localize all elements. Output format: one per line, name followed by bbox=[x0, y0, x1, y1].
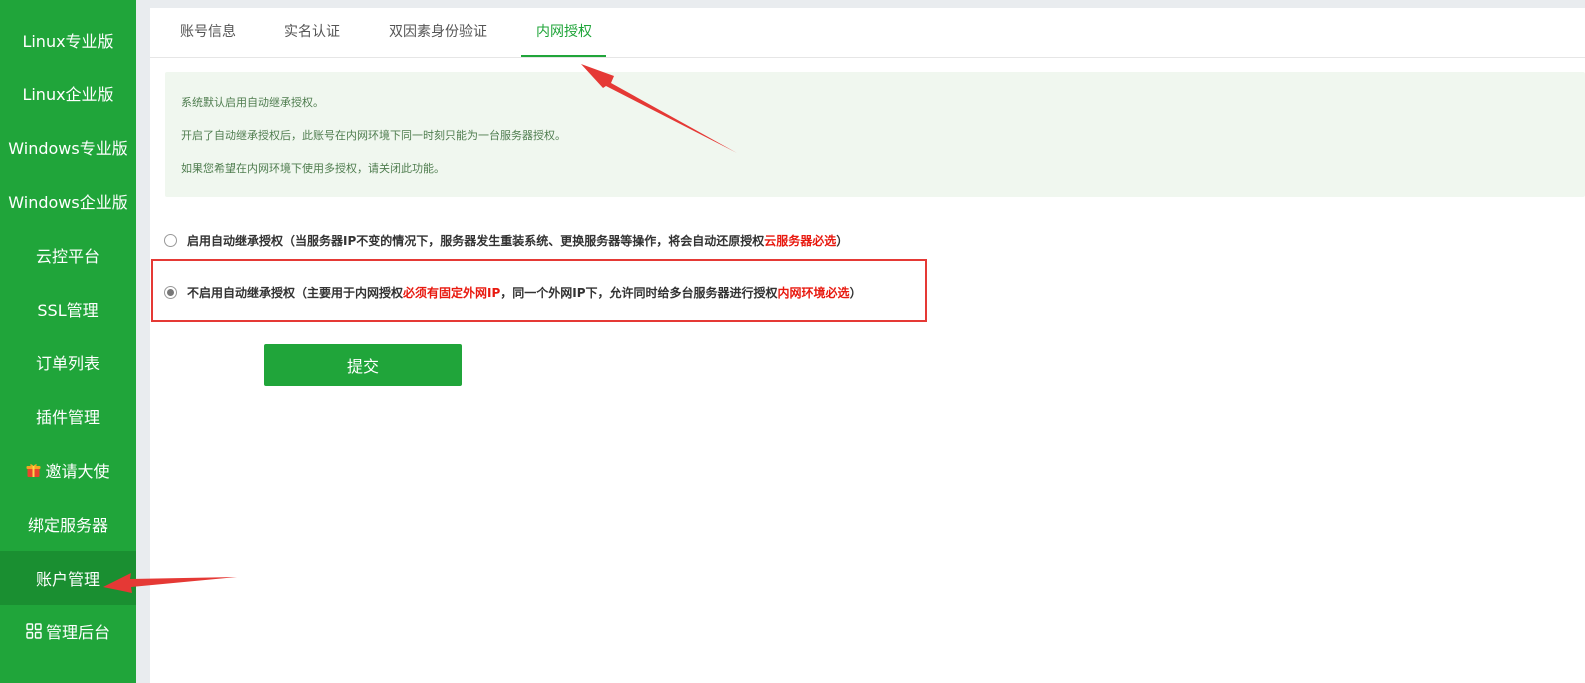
radio-button[interactable] bbox=[164, 233, 177, 247]
sidebar-item-label: 订单列表 bbox=[35, 354, 100, 373]
notice-line: 如果您希望在内网环境下使用多授权，请关闭此功能。 bbox=[181, 162, 445, 175]
sidebar-item-label: 账户管理 bbox=[35, 570, 100, 589]
option-required-tag: 内网环境必选 bbox=[777, 285, 850, 300]
tab-intranet-auth[interactable]: 内网授权 bbox=[536, 8, 592, 57]
sidebar-item-bind-server[interactable]: 绑定服务器 bbox=[0, 497, 136, 551]
sidebar-item-label: 插件管理 bbox=[35, 408, 100, 427]
active-tab-indicator bbox=[521, 55, 606, 57]
option-required-tag: 云服务器必选 bbox=[764, 233, 837, 248]
notice-line: 开启了自动继承授权后，此账号在内网环境下同一时刻只能为一台服务器授权。 bbox=[181, 129, 566, 142]
sidebar-item-windows-enterprise[interactable]: Windows企业版 bbox=[0, 174, 136, 228]
option-text-close: ） bbox=[849, 285, 862, 300]
sidebar-item-label: 管理后台 bbox=[45, 623, 110, 642]
tab-account-info[interactable]: 账号信息 bbox=[180, 8, 236, 57]
option-text: ，同一个外网IP下，允许同时给多台服务器进行授权 bbox=[500, 285, 778, 300]
sidebar-item-label: Windows专业版 bbox=[8, 139, 128, 158]
tab-real-name[interactable]: 实名认证 bbox=[284, 8, 340, 57]
option-disable-auto-inherit[interactable]: 不启用自动继承授权（主要用于内网授权 必须有固定外网IP ，同一个外网IP下，允… bbox=[164, 283, 862, 301]
sidebar-item-linux-pro[interactable]: Linux专业版 bbox=[0, 13, 136, 67]
radio-button-checked[interactable] bbox=[164, 285, 177, 299]
option-required-tag: 必须有固定外网IP bbox=[403, 285, 501, 300]
sidebar-item-account[interactable]: 账户管理 bbox=[0, 551, 136, 605]
sidebar-item-admin[interactable]: 管理后台 bbox=[0, 604, 136, 658]
sidebar-item-windows-pro[interactable]: Windows专业版 bbox=[0, 120, 136, 174]
tab-bar: 账号信息 实名认证 双因素身份验证 内网授权 bbox=[150, 8, 1585, 58]
submit-button[interactable]: 提交 bbox=[264, 344, 462, 386]
sidebar-item-label: SSL管理 bbox=[37, 301, 99, 320]
option-text-close: ） bbox=[836, 233, 849, 248]
option-text: 不启用自动继承授权（主要用于内网授权 bbox=[187, 285, 404, 300]
sidebar-item-plugins[interactable]: 插件管理 bbox=[0, 389, 136, 443]
sidebar-item-label: Linux企业版 bbox=[22, 85, 114, 104]
sidebar-item-ssl[interactable]: SSL管理 bbox=[0, 282, 136, 336]
grid-icon bbox=[26, 623, 42, 639]
sidebar: Linux专业版 Linux企业版 Windows专业版 Windows企业版 … bbox=[0, 0, 136, 683]
main-panel: 账号信息 实名认证 双因素身份验证 内网授权 系统默认启用自动继承授权。 开启了… bbox=[150, 8, 1585, 683]
gift-icon bbox=[26, 463, 41, 478]
sidebar-item-label: 云控平台 bbox=[35, 247, 100, 266]
sidebar-item-label: 邀请大使 bbox=[45, 462, 110, 481]
option-enable-auto-inherit[interactable]: 启用自动继承授权（当服务器IP不变的情况下，服务器发生重装系统、更换服务器等操作… bbox=[164, 231, 848, 249]
sidebar-item-label: Windows企业版 bbox=[8, 193, 128, 212]
sidebar-item-invite[interactable]: 邀请大使 bbox=[0, 443, 136, 497]
sidebar-item-label: 绑定服务器 bbox=[27, 516, 108, 535]
notice-box: 系统默认启用自动继承授权。 开启了自动继承授权后，此账号在内网环境下同一时刻只能… bbox=[165, 72, 1585, 197]
option-text: 启用自动继承授权（当服务器IP不变的情况下，服务器发生重装系统、更换服务器等操作… bbox=[187, 233, 765, 248]
sidebar-item-label: Linux专业版 bbox=[22, 32, 114, 51]
tab-two-factor[interactable]: 双因素身份验证 bbox=[389, 8, 487, 57]
sidebar-item-linux-enterprise[interactable]: Linux企业版 bbox=[0, 66, 136, 120]
sidebar-item-cloud-control[interactable]: 云控平台 bbox=[0, 228, 136, 282]
sidebar-item-orders[interactable]: 订单列表 bbox=[0, 335, 136, 389]
notice-line: 系统默认启用自动继承授权。 bbox=[181, 96, 324, 109]
